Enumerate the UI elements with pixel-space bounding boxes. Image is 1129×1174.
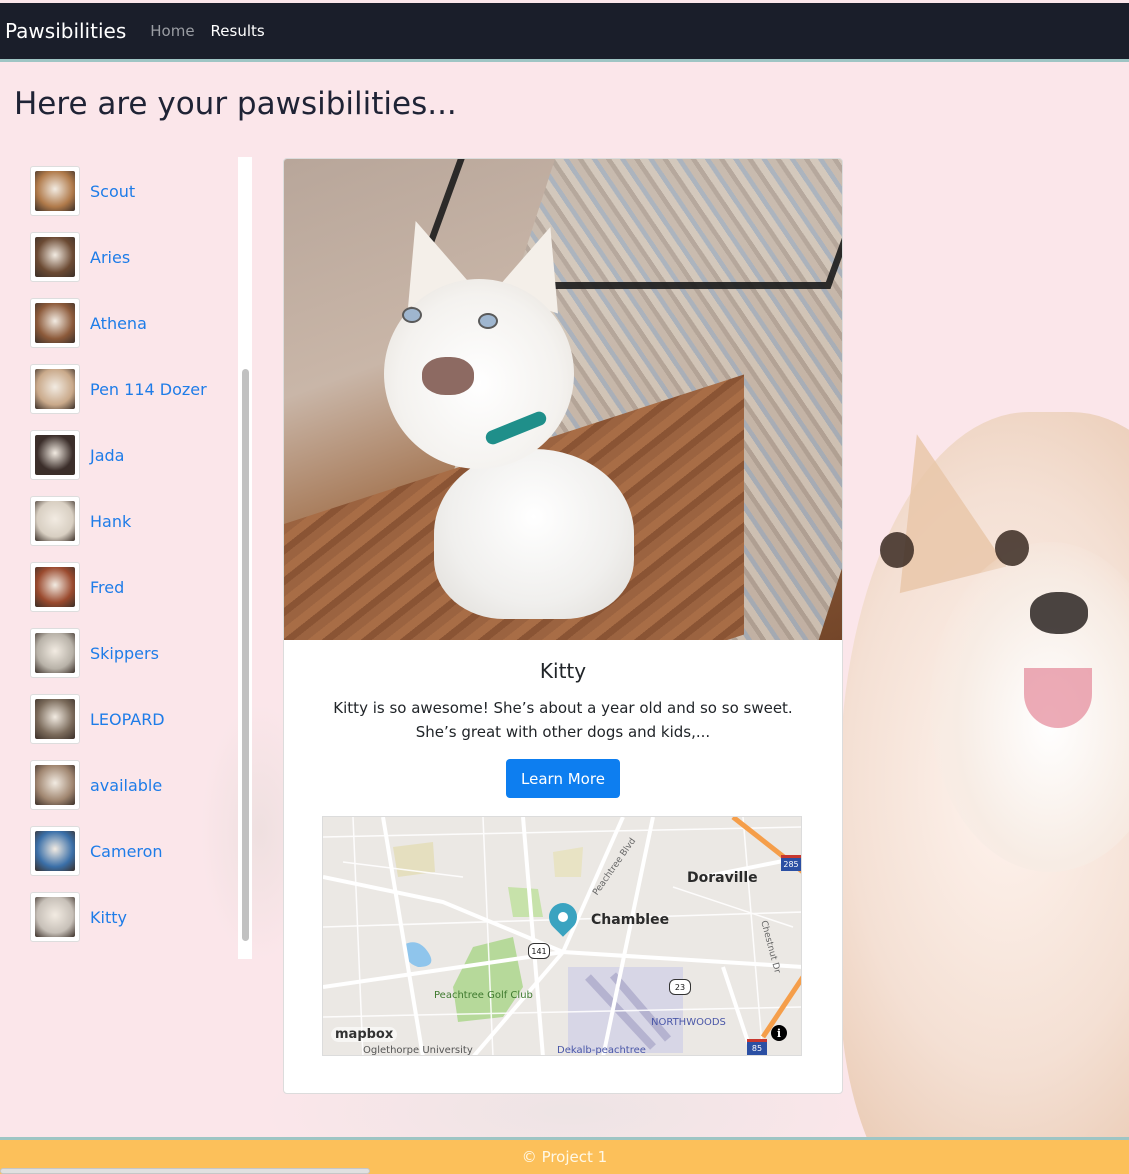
dog-list-item-name[interactable]: Hank xyxy=(90,512,131,531)
map-label-chamblee: Chamblee xyxy=(591,912,670,928)
dog-thumbnail[interactable] xyxy=(30,364,80,414)
dog-thumbnail[interactable] xyxy=(30,232,80,282)
dog-name-title: Kitty xyxy=(539,659,587,683)
dog-list[interactable]: Scout Aries Athena Pen 114 Dozer Jada Hank Fre… xyxy=(24,157,252,959)
dog-thumbnail[interactable] xyxy=(30,892,80,942)
dog-list-item[interactable]: Scout xyxy=(30,166,135,216)
dog-list-item[interactable]: Kitty xyxy=(30,892,127,942)
interstate-285-shield: 285 xyxy=(781,855,801,871)
footer-text: © Project 1 xyxy=(521,1148,608,1166)
dog-list-item[interactable]: Aries xyxy=(30,232,130,282)
dog-list-scrollbar-thumb[interactable] xyxy=(242,369,249,941)
route-141-shield: 141 xyxy=(528,943,550,959)
dog-list-item[interactable]: Pen 114 Dozer xyxy=(30,364,207,414)
route-23-shield: 23 xyxy=(669,979,691,995)
dog-list-item-name[interactable]: Pen 114 Dozer xyxy=(90,380,207,399)
page-title: Here are your pawsibilities... xyxy=(14,86,457,122)
dog-list-item[interactable]: Skippers xyxy=(30,628,159,678)
nav-link-home[interactable]: Home xyxy=(150,22,194,40)
dog-thumbnail[interactable] xyxy=(30,826,80,876)
photo-table xyxy=(410,159,842,289)
dog-list-item[interactable]: Athena xyxy=(30,298,147,348)
map-label-oglethorpe: Oglethorpe University xyxy=(363,1045,473,1056)
dog-list-item-name[interactable]: available xyxy=(90,776,162,795)
map-label-dekalb: Dekalb-peachtree xyxy=(557,1045,646,1056)
dog-list-item-name[interactable]: Cameron xyxy=(90,842,163,861)
dog-thumbnail[interactable] xyxy=(30,562,80,612)
dog-list-item-name[interactable]: Skippers xyxy=(90,644,159,663)
brand-logo[interactable]: Pawsibilities xyxy=(5,19,126,43)
photo-dog-eye xyxy=(478,313,498,329)
dog-list-item-name[interactable]: Kitty xyxy=(90,908,127,927)
background-corgi-eye xyxy=(880,532,914,568)
dog-thumbnail-image xyxy=(35,435,75,475)
dog-list-item[interactable]: Jada xyxy=(30,430,124,480)
dog-thumbnail[interactable] xyxy=(30,760,80,810)
background-corgi-nose xyxy=(1030,592,1088,634)
dog-list-item-name[interactable]: LEOPARD xyxy=(90,710,165,729)
dog-thumbnail[interactable] xyxy=(30,298,80,348)
info-icon[interactable]: i xyxy=(771,1025,787,1041)
dog-thumbnail[interactable] xyxy=(30,628,80,678)
dog-list-item-name[interactable]: Scout xyxy=(90,182,135,201)
dog-thumbnail-image xyxy=(35,897,75,937)
dog-thumbnail-image xyxy=(35,303,75,343)
dog-thumbnail-image xyxy=(35,369,75,409)
interstate-85-shield: 85 xyxy=(747,1039,767,1055)
dog-thumbnail-image xyxy=(35,237,75,277)
photo-dog-nose xyxy=(422,357,474,395)
mapbox-logo[interactable]: mapbox xyxy=(331,1027,398,1042)
dog-thumbnail-image xyxy=(35,699,75,739)
navbar-divider xyxy=(0,59,1129,62)
dog-list-item[interactable]: Cameron xyxy=(30,826,163,876)
dog-photo xyxy=(284,159,842,640)
map-label-doraville: Doraville xyxy=(687,870,758,886)
dog-list-item[interactable]: available xyxy=(30,760,162,810)
dog-list-item[interactable]: Fred xyxy=(30,562,124,612)
photo-dog-eye xyxy=(402,307,422,323)
dog-thumbnail-image xyxy=(35,171,75,211)
learn-more-button[interactable]: Learn More xyxy=(506,759,620,798)
horizontal-scrollbar[interactable] xyxy=(0,1168,370,1174)
photo-dog-body xyxy=(434,449,634,619)
dog-list-item-name[interactable]: Fred xyxy=(90,578,124,597)
dog-thumbnail[interactable] xyxy=(30,694,80,744)
dog-list-item-name[interactable]: Aries xyxy=(90,248,130,267)
map-label-northwoods: NORTHWOODS xyxy=(651,1017,726,1028)
dog-thumbnail[interactable] xyxy=(30,430,80,480)
background-corgi-eye xyxy=(995,530,1029,566)
dog-list-item[interactable]: Hank xyxy=(30,496,131,546)
dog-thumbnail-image xyxy=(35,501,75,541)
dog-thumbnail-image xyxy=(35,633,75,673)
location-map[interactable]: Doraville Chamblee Peachtree Blvd Chestn… xyxy=(322,816,802,1056)
dog-list-item[interactable]: LEOPARD xyxy=(30,694,165,744)
map-label-golf-club: Peachtree Golf Club xyxy=(434,990,533,1001)
dog-list-item-name[interactable]: Athena xyxy=(90,314,147,333)
dog-thumbnail[interactable] xyxy=(30,166,80,216)
dog-thumbnail-image xyxy=(35,567,75,607)
dog-card: Kitty Kitty is so awesome! She’s about a… xyxy=(283,158,843,1094)
dog-thumbnail-image xyxy=(35,765,75,805)
dog-thumbnail-image xyxy=(35,831,75,871)
dog-thumbnail[interactable] xyxy=(30,496,80,546)
nav-link-results[interactable]: Results xyxy=(211,22,265,40)
dog-description: Kitty is so awesome! She’s about a year … xyxy=(333,699,793,741)
dog-list-item-name[interactable]: Jada xyxy=(90,446,124,465)
navbar: Pawsibilities Home Results xyxy=(0,3,1129,59)
